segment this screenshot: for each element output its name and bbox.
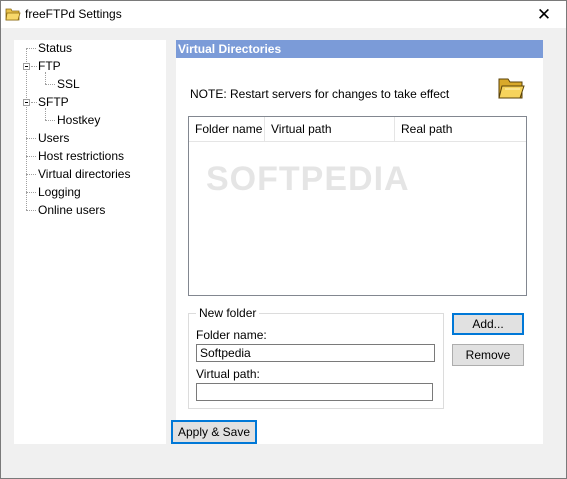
title-bar[interactable]: freeFTPd Settings ✕ [1, 1, 566, 28]
tree-item-status[interactable]: Status [38, 40, 72, 56]
folder-name-input[interactable] [196, 344, 435, 362]
tree-item-users[interactable]: Users [38, 130, 69, 146]
tree-item-sftp[interactable]: SFTP [38, 94, 69, 110]
restart-note: NOTE: Restart servers for changes to tak… [190, 87, 450, 101]
tree-connector [26, 210, 36, 211]
column-header-real-path[interactable]: Real path [395, 117, 526, 141]
tree-expander-sftp[interactable] [23, 99, 30, 106]
tree-trunk-line [26, 48, 27, 210]
settings-tree[interactable]: Status FTP SSL SFTP Hostkey Users Host r… [14, 40, 166, 444]
column-header-folder-name[interactable]: Folder name [189, 117, 265, 141]
tree-connector [26, 174, 36, 175]
virtual-path-label: Virtual path: [196, 367, 260, 381]
apply-save-button[interactable]: Apply & Save [171, 420, 257, 444]
new-folder-legend: New folder [196, 306, 260, 320]
column-header-virtual-path[interactable]: Virtual path [265, 117, 395, 141]
panel-header: Virtual Directories [176, 40, 543, 58]
client-area: Status FTP SSL SFTP Hostkey Users Host r… [1, 28, 566, 478]
close-button[interactable]: ✕ [522, 1, 566, 28]
app-folder-icon [5, 8, 21, 21]
window-title: freeFTPd Settings [25, 7, 122, 21]
tree-item-host-restrictions[interactable]: Host restrictions [38, 148, 124, 164]
list-header: Folder name Virtual path Real path [189, 117, 526, 142]
virtual-directories-panel: Virtual Directories NOTE: Restart server… [176, 40, 543, 444]
tree-item-hostkey[interactable]: Hostkey [57, 112, 100, 128]
tree-item-ssl[interactable]: SSL [57, 76, 80, 92]
tree-connector [45, 120, 55, 121]
tree-item-virtual-directories[interactable]: Virtual directories [38, 166, 130, 182]
virtual-dirs-list[interactable]: Folder name Virtual path Real path [188, 116, 527, 296]
tree-expander-ftp[interactable] [23, 63, 30, 70]
close-icon: ✕ [536, 4, 552, 24]
tree-item-logging[interactable]: Logging [38, 184, 81, 200]
open-folder-icon [498, 78, 525, 99]
tree-connector [45, 84, 55, 85]
settings-window: freeFTPd Settings ✕ Status FTP SSL SFTP … [0, 0, 567, 479]
tree-item-ftp[interactable]: FTP [38, 58, 61, 74]
tree-connector [26, 156, 36, 157]
tree-item-online-users[interactable]: Online users [38, 202, 105, 218]
tree-connector [31, 102, 37, 103]
tree-connector [31, 66, 37, 67]
tree-connector [26, 138, 36, 139]
remove-button[interactable]: Remove [452, 344, 524, 366]
watermark: SOFTPEDIA [206, 160, 410, 198]
virtual-path-input[interactable] [196, 383, 433, 401]
new-folder-group: New folder Folder name: Virtual path: [188, 306, 444, 409]
tree-connector [26, 48, 36, 49]
tree-connector [26, 192, 36, 193]
folder-name-label: Folder name: [196, 328, 267, 342]
add-button[interactable]: Add... [452, 313, 524, 335]
